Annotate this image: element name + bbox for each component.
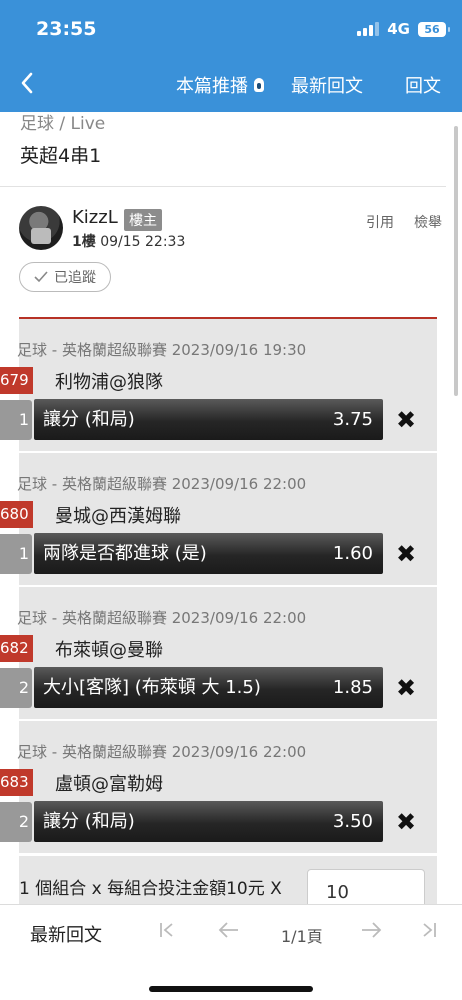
page-title: 英超4串1 [20, 145, 102, 167]
bet-meta: 足球 - 英格蘭超級聯賽 2023/09/16 19:30 [17, 341, 307, 359]
bet-odds: 1.60 [332, 543, 373, 564]
signal-icon [357, 22, 380, 36]
bet-slip: 足球 - 英格蘭超級聯賽 2023/09/16 19:30 679 利物浦@狼隊… [0, 319, 437, 855]
home-indicator [149, 986, 313, 992]
page-indicator[interactable]: 1/1頁 [281, 923, 323, 947]
avatar[interactable] [19, 206, 63, 250]
combo-row: 1 個組合 x 每組合投注金額10元 X 10 [19, 856, 437, 911]
push-label: 本篇推播 [176, 76, 248, 97]
bet-code-label: 680 [0, 505, 29, 523]
bet-code: 682 [0, 635, 33, 662]
bet-pick-label: 讓分 (和局) [43, 811, 135, 832]
back-button[interactable] [20, 68, 48, 96]
bet-pick-label: 兩隊是否都進球 (是) [43, 543, 207, 564]
combo-text: 1 個組合 x 每組合投注金額10元 X [19, 879, 282, 899]
bottom-bar: 最新回文 1/1頁 [0, 904, 462, 1000]
close-icon: ✖ [396, 674, 417, 702]
follow-label: 已追蹤 [54, 270, 96, 286]
reply-button[interactable]: 回文 [405, 72, 441, 98]
bet-code: 680 [0, 501, 33, 528]
post-datetime: 09/15 22:33 [100, 234, 186, 250]
bet-pick: 兩隊是否都進球 (是) 1.60 [34, 533, 383, 574]
check-icon [34, 271, 48, 283]
battery-icon: 56 [418, 21, 450, 37]
status-indicators: 4G 56 [357, 20, 450, 38]
bet-match: 利物浦@狼隊 [55, 372, 163, 393]
next-page-icon[interactable] [360, 920, 382, 944]
bet-pick-label: 讓分 (和局) [43, 409, 135, 430]
breadcrumb[interactable]: 足球 / Live [20, 109, 105, 134]
network-label: 4G [387, 20, 410, 38]
bet-item: 足球 - 英格蘭超級聯賽 2023/09/16 19:30 679 利物浦@狼隊… [0, 319, 437, 453]
close-icon: ✖ [396, 808, 417, 836]
bet-meta: 足球 - 英格蘭超級聯賽 2023/09/16 22:00 [17, 743, 307, 761]
scrollbar[interactable] [454, 126, 458, 396]
close-icon: ✖ [396, 406, 417, 434]
bet-index: 1 [0, 400, 32, 440]
bet-index: 2 [0, 668, 32, 708]
bet-odds: 3.75 [332, 409, 373, 430]
push-notify-button[interactable]: 本篇推播 [176, 72, 264, 98]
follow-button[interactable]: 已追蹤 [19, 262, 111, 292]
top-bar: 23:55 4G 56 本篇推播 最新回文 回文 [0, 0, 462, 112]
bet-pick: 讓分 (和局) 3.75 [34, 399, 383, 440]
bet-code: 679 [0, 367, 33, 394]
bottom-latest-button[interactable]: 最新回文 [30, 921, 102, 947]
bet-meta: 足球 - 英格蘭超級聯賽 2023/09/16 22:00 [17, 475, 307, 493]
divider [0, 186, 446, 187]
chevron-left-icon [21, 72, 33, 94]
bet-code-label: 682 [0, 639, 29, 657]
bet-pick: 讓分 (和局) 3.50 [34, 801, 383, 842]
bet-code-label: 679 [0, 371, 29, 389]
bet-code: 683 [0, 769, 33, 796]
quote-button[interactable]: 引用 [366, 212, 394, 232]
status-time: 23:55 [36, 18, 97, 40]
prev-page-icon[interactable] [218, 920, 240, 944]
latest-replies-button[interactable]: 最新回文 [291, 72, 363, 98]
floor-number: 1樓 [72, 234, 96, 250]
bet-odds: 1.85 [332, 677, 373, 698]
report-button[interactable]: 檢舉 [414, 212, 442, 232]
bet-match: 布萊頓@曼聯 [55, 640, 163, 661]
bet-pick: 大小[客隊] (布萊頓 大 1.5) 1.85 [34, 667, 383, 708]
bet-item: 足球 - 英格蘭超級聯賽 2023/09/16 22:00 680 曼城@西漢姆… [0, 453, 437, 587]
bet-index: 1 [0, 534, 32, 574]
post-meta: 1樓 09/15 22:33 [72, 231, 185, 251]
bet-pick-label: 大小[客隊] (布萊頓 大 1.5) [43, 677, 261, 698]
first-page-icon[interactable] [158, 920, 176, 944]
bet-match: 曼城@西漢姆聯 [55, 506, 181, 527]
last-page-icon[interactable] [420, 920, 438, 944]
op-badge: 樓主 [124, 209, 162, 231]
bulb-icon [254, 78, 264, 92]
bet-code-label: 683 [0, 773, 29, 791]
author-name[interactable]: KizzL [72, 207, 118, 228]
close-icon: ✖ [396, 540, 417, 568]
bet-odds: 3.50 [332, 811, 373, 832]
bet-index: 2 [0, 802, 32, 842]
bet-match: 盧頓@富勒姆 [55, 774, 163, 795]
bet-item: 足球 - 英格蘭超級聯賽 2023/09/16 22:00 682 布萊頓@曼聯… [0, 587, 437, 721]
bet-item: 足球 - 英格蘭超級聯賽 2023/09/16 22:00 683 盧頓@富勒姆… [0, 721, 437, 855]
bet-meta: 足球 - 英格蘭超級聯賽 2023/09/16 22:00 [17, 609, 307, 627]
